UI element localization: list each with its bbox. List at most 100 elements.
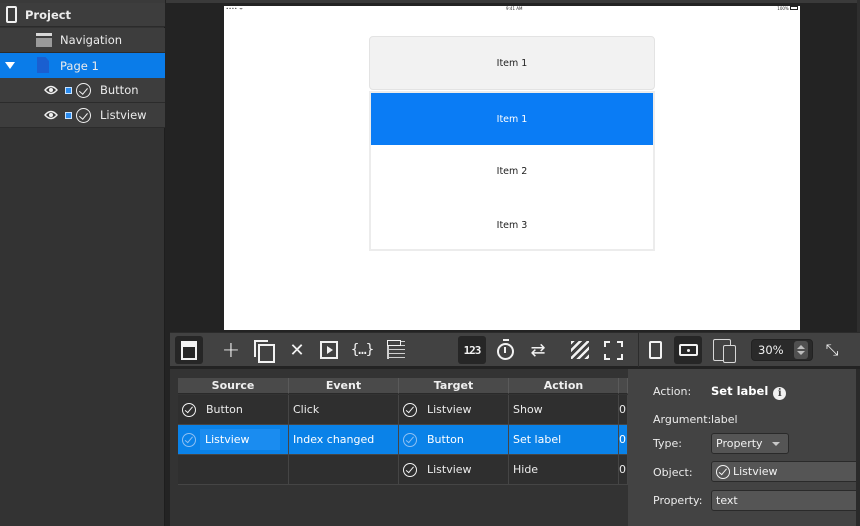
pattern-button[interactable] bbox=[566, 336, 594, 364]
tree-item-button[interactable]: Button bbox=[0, 78, 165, 103]
event-text: Index changed bbox=[293, 433, 375, 446]
check-circle-icon bbox=[182, 432, 196, 447]
collapse-button[interactable]: ⤡ bbox=[818, 336, 846, 364]
tree-item-page-1[interactable]: Page 1 bbox=[0, 53, 165, 78]
list-item[interactable]: Item 3 bbox=[371, 199, 653, 251]
page-icon bbox=[37, 57, 49, 73]
numbers-button[interactable]: 123 bbox=[458, 336, 486, 364]
chevron-down-icon bbox=[772, 442, 780, 446]
table-row-selected[interactable]: Listview Index changed Button Set label … bbox=[178, 425, 628, 455]
info-icon[interactable]: i bbox=[773, 387, 787, 400]
collapse-icon: ⤡ bbox=[825, 340, 839, 359]
extra-cell[interactable]: 0 bbox=[619, 425, 628, 455]
play-icon bbox=[320, 341, 338, 359]
column-header-action[interactable]: Action bbox=[509, 378, 619, 394]
lock-toggle-icon[interactable] bbox=[65, 112, 72, 119]
battery-indicator: 100% bbox=[777, 6, 798, 11]
extra-cell[interactable]: 0 bbox=[619, 455, 628, 485]
tree-item-label: Navigation bbox=[60, 33, 123, 47]
tree-item-project[interactable]: Project bbox=[0, 3, 165, 27]
target-cell[interactable]: Button bbox=[399, 425, 509, 455]
eye-icon[interactable] bbox=[44, 109, 58, 121]
duplicate-button[interactable] bbox=[249, 336, 277, 364]
property-label: Property: bbox=[653, 494, 703, 507]
portrait-icon bbox=[648, 341, 662, 359]
action-text: Set label bbox=[513, 433, 562, 446]
tree-item-label: Button bbox=[100, 83, 139, 97]
eye-icon[interactable] bbox=[44, 84, 58, 96]
chevron-up-icon[interactable] bbox=[797, 345, 805, 349]
button-widget[interactable]: Item 1 bbox=[369, 36, 655, 90]
app-window: Project Navigation Page 1 Button Listvie… bbox=[0, 0, 860, 526]
hatch-icon bbox=[571, 341, 589, 359]
table-row[interactable]: Listview Hide 0 bbox=[178, 455, 628, 485]
repeat-icon: ⇄ bbox=[530, 339, 546, 361]
source-cell[interactable] bbox=[178, 455, 289, 485]
table-button[interactable] bbox=[382, 336, 410, 364]
column-header-event[interactable]: Event bbox=[289, 378, 399, 394]
check-circle-icon bbox=[403, 432, 417, 447]
action-cell[interactable]: Show bbox=[509, 395, 619, 425]
landscape-button[interactable] bbox=[674, 336, 702, 364]
zoom-value[interactable]: 30% bbox=[752, 343, 794, 357]
tree-item-label: Page 1 bbox=[60, 58, 99, 73]
target-text: Button bbox=[427, 433, 464, 446]
toolbar: + ✕ {…} 123 ⇄ 30% ⤡ bbox=[170, 332, 860, 367]
source-edit-field[interactable]: Listview bbox=[200, 429, 280, 450]
list-item-label: Item 1 bbox=[496, 113, 528, 125]
event-cell[interactable]: Index changed bbox=[289, 425, 399, 455]
timer-button[interactable] bbox=[491, 336, 519, 364]
device-statusbar: •••• ᯤ 9:41 AM 100% bbox=[224, 6, 800, 12]
table-row[interactable]: Button Click Listview Show 0 bbox=[178, 395, 628, 425]
toolbar-separator bbox=[638, 333, 639, 367]
action-cell[interactable]: Set label bbox=[509, 425, 619, 455]
object-picker[interactable]: Listview bbox=[711, 461, 860, 482]
action-label: Action: bbox=[653, 385, 692, 398]
selection-button[interactable] bbox=[599, 336, 627, 364]
extra-cell[interactable]: 0 bbox=[619, 395, 628, 425]
run-button[interactable] bbox=[315, 336, 343, 364]
form-view-button[interactable] bbox=[175, 336, 203, 364]
expand-arrow-icon[interactable] bbox=[5, 62, 15, 69]
extra-text: 0 bbox=[619, 403, 626, 416]
target-cell[interactable]: Listview bbox=[399, 395, 509, 425]
argument-value: label bbox=[711, 413, 738, 426]
chevron-down-icon[interactable] bbox=[797, 351, 805, 355]
tree-item-navigation[interactable]: Navigation bbox=[0, 28, 165, 53]
property-input[interactable]: text bbox=[711, 490, 860, 511]
delete-button[interactable]: ✕ bbox=[283, 336, 311, 364]
landscape-icon bbox=[678, 344, 698, 356]
object-picker-value: Listview bbox=[733, 465, 778, 478]
list-item[interactable]: Item 1 bbox=[371, 93, 653, 145]
devices-button[interactable] bbox=[710, 336, 738, 364]
lock-toggle-icon[interactable] bbox=[65, 87, 72, 94]
loop-button[interactable]: ⇄ bbox=[524, 336, 552, 364]
zoom-stepper[interactable] bbox=[794, 341, 808, 359]
type-select[interactable]: Property bbox=[711, 433, 789, 454]
column-header-target[interactable]: Target bbox=[399, 378, 509, 394]
event-cell[interactable] bbox=[289, 455, 399, 485]
column-header-extra[interactable] bbox=[619, 378, 628, 394]
target-cell[interactable]: Listview bbox=[399, 455, 509, 485]
table-icon bbox=[387, 340, 405, 359]
list-item[interactable]: Item 2 bbox=[371, 145, 653, 197]
action-value: Set label i bbox=[711, 384, 787, 400]
portrait-button[interactable] bbox=[641, 336, 669, 364]
tree-item-listview[interactable]: Listview bbox=[0, 103, 165, 128]
source-cell[interactable]: Button bbox=[178, 395, 289, 425]
battery-icon bbox=[790, 6, 798, 10]
listview-widget[interactable]: Item 1 Item 2 Item 3 bbox=[369, 91, 655, 251]
action-value-text: Set label bbox=[711, 384, 769, 398]
event-cell[interactable]: Click bbox=[289, 395, 399, 425]
panel-edge bbox=[856, 369, 860, 526]
column-header-source[interactable]: Source bbox=[178, 378, 289, 394]
add-button[interactable]: + bbox=[217, 336, 245, 364]
source-cell[interactable]: Listview bbox=[178, 425, 289, 455]
check-circle-icon bbox=[76, 83, 91, 98]
zoom-spinbox[interactable]: 30% bbox=[751, 339, 813, 361]
object-label: Object: bbox=[653, 466, 693, 479]
action-cell[interactable]: Hide bbox=[509, 455, 619, 485]
target-text: Listview bbox=[427, 403, 472, 416]
script-button[interactable]: {…} bbox=[348, 336, 376, 364]
check-circle-icon bbox=[76, 108, 91, 123]
